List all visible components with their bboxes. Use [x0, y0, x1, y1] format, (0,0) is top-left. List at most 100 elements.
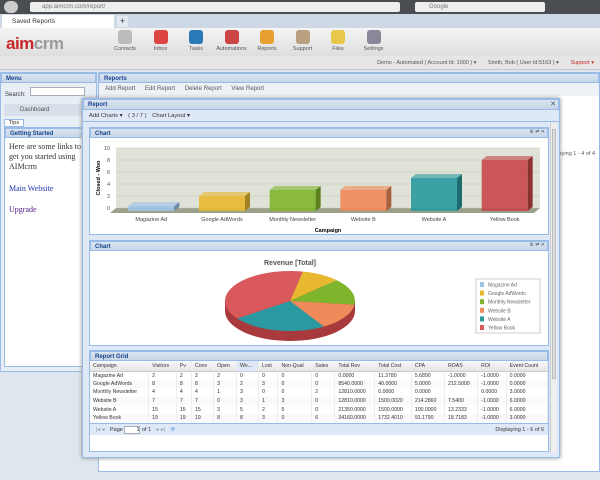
nav-reports[interactable]: Reports	[247, 30, 287, 52]
column-header[interactable]: ROAS	[444, 361, 477, 371]
table-cell: 5.6890	[411, 371, 444, 380]
tab-saved-reports[interactable]: Saved Reports	[2, 15, 114, 28]
table-cell: 8	[236, 414, 258, 423]
page-input[interactable]	[124, 426, 140, 434]
table-cell: Website B	[90, 397, 149, 406]
panel-tools-icon[interactable]: ⚙ ⇄ ✕	[529, 129, 545, 135]
table-cell: 7	[149, 397, 177, 406]
x-tick-label: Website B	[351, 217, 376, 223]
column-header[interactable]: Total Rev	[335, 361, 375, 371]
table-row[interactable]: Yellow Book1919198830634160.00001732.401…	[90, 414, 548, 423]
nav-settings[interactable]: Settings	[354, 30, 394, 52]
table-cell: 0	[258, 388, 277, 397]
column-header[interactable]: Wo...	[236, 361, 258, 371]
table-row[interactable]: Website B7770313012810.00001500.0020214.…	[90, 397, 548, 406]
bar-magazine-ad	[128, 202, 179, 211]
table-cell: -1.0000	[478, 397, 507, 406]
table-row[interactable]: Monthly Newsletter4441300212810.00000.00…	[90, 388, 548, 397]
nav-automations[interactable]: Automations	[212, 30, 252, 52]
column-header[interactable]: Total Cost	[375, 361, 412, 371]
dashboard-item[interactable]: Dashboard	[4, 104, 93, 116]
tab-tips[interactable]: Tips	[4, 119, 24, 127]
nav-label: Reports	[257, 46, 276, 52]
nav-contacts[interactable]: Contacts	[105, 30, 145, 52]
y-tick-label: 2	[107, 194, 110, 200]
column-header[interactable]: Conv	[191, 361, 213, 371]
table-cell: Website A	[90, 405, 149, 414]
x-axis-label: Campaign	[315, 228, 342, 234]
edit-report-button[interactable]: Edit Report	[145, 86, 175, 92]
legend-swatch	[480, 291, 484, 296]
view-report-button[interactable]: View Report	[231, 86, 264, 92]
table-cell: 0.0000	[411, 388, 444, 397]
reports-icon	[260, 30, 274, 44]
column-header[interactable]: Event Count	[506, 361, 547, 371]
scrollbar[interactable]	[550, 123, 557, 453]
column-header[interactable]: Lost	[258, 361, 277, 371]
column-header[interactable]: ROI	[478, 361, 507, 371]
report-grid: CampaignVisitorsPvConvOpenWo...LostNon-Q…	[90, 361, 548, 423]
account-dropdown[interactable]: Demo - Automated ( Account Id: 1000 ) ▾	[377, 60, 476, 66]
nav-inbox[interactable]: Inbox	[141, 30, 181, 52]
new-tab-button[interactable]: +	[117, 16, 128, 27]
y-tick-label: 10	[104, 146, 110, 152]
x-tick-label: Monthly Newsletter	[269, 217, 316, 223]
panel-tools-icon[interactable]: ⚙ ⇄ ✕	[529, 242, 545, 248]
table-row[interactable]: Website A1515153525021350.00001500.00001…	[90, 405, 548, 414]
bar-website-a	[411, 174, 462, 211]
logo-aim: aim	[6, 34, 34, 53]
table-cell: 4	[176, 388, 191, 397]
table-cell: 3.0000	[506, 388, 547, 397]
column-header[interactable]: CPA	[411, 361, 444, 371]
settings-icon	[367, 30, 381, 44]
x-tick-label: Yellow Book	[490, 217, 520, 223]
table-cell: -1.0000	[478, 414, 507, 423]
back-button[interactable]	[4, 1, 18, 13]
table-row[interactable]: Magazine Ad222200000.000011.37805.6890-1…	[90, 371, 548, 380]
column-header[interactable]: Campaign	[90, 361, 149, 371]
nav-support[interactable]: Support	[283, 30, 323, 52]
column-header[interactable]: Pv	[176, 361, 191, 371]
column-header[interactable]: Sales	[312, 361, 335, 371]
column-header[interactable]: Open	[214, 361, 237, 371]
column-header[interactable]: Visitors	[149, 361, 177, 371]
add-report-button[interactable]: Add Report	[105, 86, 135, 92]
nav-files[interactable]: Files	[318, 30, 358, 52]
search-bar[interactable]: Google	[415, 2, 545, 12]
pie-chart: Revenue [Total]Magazine AdGoogle AdWords…	[90, 251, 548, 345]
logo[interactable]: aimcrm	[6, 34, 63, 54]
upgrade-link[interactable]: Upgrade	[9, 205, 37, 214]
table-cell: 13.2333	[444, 405, 477, 414]
nav-tasks[interactable]: Tasks	[176, 30, 216, 52]
column-header[interactable]: Non-Qual	[278, 361, 312, 371]
close-icon[interactable]: ✕	[550, 100, 556, 108]
user-dropdown[interactable]: Smith, Bob ( User Id:5163 ) ▾	[488, 60, 559, 66]
main-website-link[interactable]: Main Website	[9, 184, 53, 193]
plot-area	[116, 148, 540, 208]
delete-report-button[interactable]: Delete Report	[185, 86, 222, 92]
menu-search-input[interactable]	[30, 87, 85, 96]
table-row[interactable]: Google AdWords888323008540.000040.00005.…	[90, 380, 548, 389]
table-cell: 2	[149, 371, 177, 380]
bar-google-adwords	[199, 192, 250, 211]
support-dropdown[interactable]: Support ▾	[570, 60, 594, 66]
table-cell: 0	[278, 371, 312, 380]
legend-label: Yellow Book	[488, 326, 516, 332]
table-cell: 15	[176, 405, 191, 414]
table-cell: 7.5400	[444, 397, 477, 406]
legend-swatch	[480, 282, 484, 287]
x-tick-label: Magazine Ad	[135, 217, 167, 223]
add-charts-button[interactable]: Add Charts ▾	[89, 113, 123, 119]
table-cell: 3	[278, 397, 312, 406]
first-page-icon[interactable]: |◂ ◂	[96, 427, 104, 433]
table-cell: 1732.4010	[375, 414, 412, 423]
table-cell: 2	[258, 405, 277, 414]
table-cell: 0.0000	[506, 371, 547, 380]
refresh-icon[interactable]: ⟳	[171, 427, 176, 433]
table-cell: 0	[278, 388, 312, 397]
chart-layout-button[interactable]: Chart Layout ▾	[152, 113, 190, 119]
address-bar[interactable]: app.aimcrm.com/report/	[30, 2, 400, 12]
table-cell: 3	[214, 405, 237, 414]
reports-title: Reports	[99, 73, 599, 83]
next-page-icon[interactable]: ▸ ▸|	[157, 427, 165, 433]
